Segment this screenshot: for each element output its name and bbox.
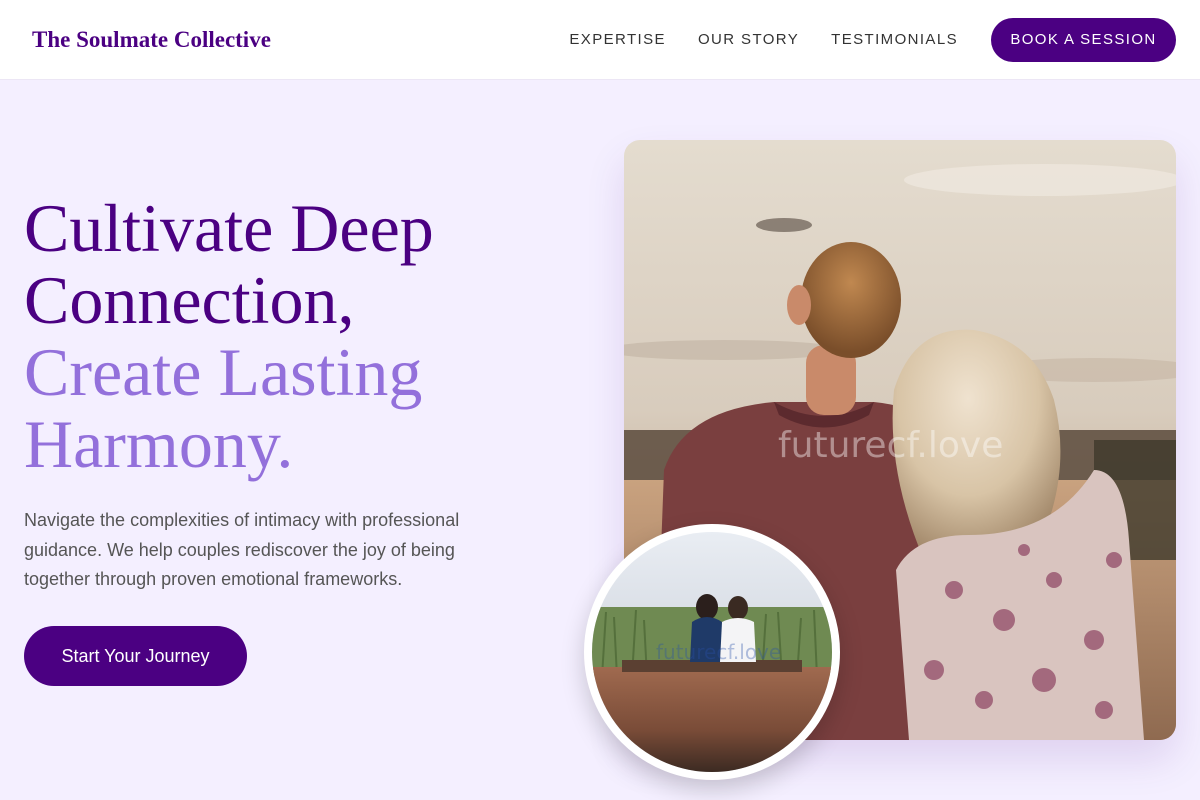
start-journey-button[interactable]: Start Your Journey	[24, 626, 247, 686]
nav-links: EXPERTISE OUR STORY TESTIMONIALS BOOK A …	[537, 17, 1176, 62]
hero-title-line-4: Harmony.	[24, 406, 294, 482]
brand-logo[interactable]: The Soulmate Collective	[32, 27, 271, 53]
top-navbar: The Soulmate Collective EXPERTISE OUR ST…	[0, 0, 1200, 80]
book-session-button[interactable]: BOOK A SESSION	[991, 17, 1176, 62]
hero-title-line-1: Cultivate Deep	[24, 190, 434, 266]
hero-subtitle: Navigate the complexities of intimacy wi…	[24, 510, 460, 589]
hero-title: Cultivate Deep Connection, Create Lastin…	[24, 192, 584, 480]
couple-inset-photo: futurecf.love	[584, 524, 840, 780]
hero-title-line-3: Create Lasting	[24, 334, 423, 410]
hero-title-line-2: Connection,	[24, 262, 355, 338]
inset-photo-illustration	[592, 532, 832, 772]
nav-link-testimonials[interactable]: TESTIMONIALS	[831, 31, 958, 48]
nav-link-our-story[interactable]: OUR STORY	[698, 31, 799, 48]
nav-link-expertise[interactable]: EXPERTISE	[569, 31, 666, 48]
